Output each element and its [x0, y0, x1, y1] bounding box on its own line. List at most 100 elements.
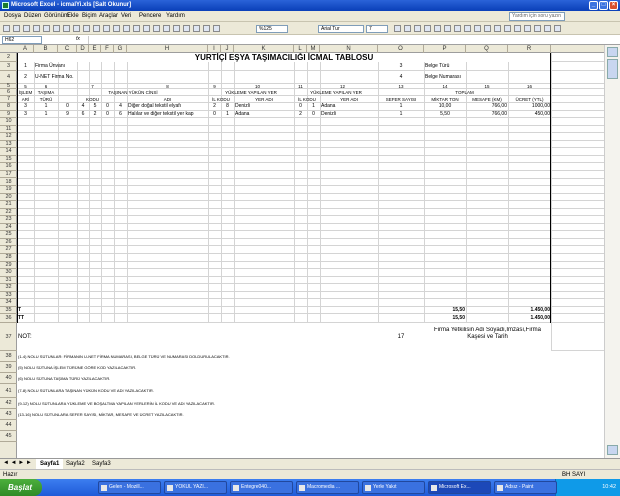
column-header[interactable]: N	[320, 45, 378, 53]
column-header[interactable]: R	[508, 45, 551, 53]
paste-icon[interactable]	[123, 25, 130, 32]
column-header[interactable]: I	[208, 45, 221, 53]
row-header[interactable]: 15	[0, 156, 17, 164]
menu-item[interactable]: Pencere	[139, 13, 161, 20]
copy-icon[interactable]	[113, 25, 120, 32]
row-header[interactable]: 45	[0, 431, 17, 443]
new-icon[interactable]	[3, 25, 10, 32]
merge-icon[interactable]	[454, 25, 461, 32]
tab-nav-icon[interactable]: ◄ ◄ ► ►	[3, 460, 32, 466]
row-header[interactable]: 3	[0, 62, 17, 71]
row-header[interactable]: 19	[0, 186, 17, 194]
row-header[interactable]: 42	[0, 398, 17, 410]
name-box[interactable]: H62	[2, 36, 42, 44]
taskbar-item[interactable]: Microsoft Ex...	[428, 481, 491, 494]
row-header[interactable]: 39	[0, 362, 17, 374]
row-header[interactable]: 10	[0, 118, 17, 126]
spelling-icon[interactable]	[83, 25, 90, 32]
outdent-icon[interactable]	[514, 25, 521, 32]
search-icon[interactable]	[53, 25, 60, 32]
row-header[interactable]: 13	[0, 141, 17, 149]
scroll-thumb[interactable]	[607, 59, 618, 79]
borders-icon[interactable]	[534, 25, 541, 32]
row-header[interactable]: 26	[0, 239, 17, 247]
email-icon[interactable]	[43, 25, 50, 32]
column-header[interactable]: P	[424, 45, 466, 53]
row-header[interactable]: 36	[0, 314, 17, 324]
minimize-button[interactable]: _	[589, 1, 598, 10]
row-header[interactable]: 37	[0, 323, 17, 352]
taskbar-item[interactable]: Entegre040...	[230, 481, 293, 494]
column-header[interactable]: B	[34, 45, 58, 53]
fill-color-icon[interactable]	[544, 25, 551, 32]
column-header[interactable]: Q	[466, 45, 508, 53]
drawing-icon[interactable]	[213, 25, 220, 32]
scroll-down-icon[interactable]	[607, 445, 618, 455]
indent-icon[interactable]	[524, 25, 531, 32]
dec-decimal-icon[interactable]	[504, 25, 511, 32]
font-color-icon[interactable]	[554, 25, 561, 32]
maximize-button[interactable]: □	[599, 1, 608, 10]
row-header[interactable]: 20	[0, 194, 17, 202]
row-header[interactable]: 43	[0, 409, 17, 421]
menu-item[interactable]: Araçlar	[99, 13, 118, 20]
menu-item[interactable]: Ekle	[67, 13, 79, 20]
sort-asc-icon[interactable]	[183, 25, 190, 32]
currency-icon[interactable]	[464, 25, 471, 32]
italic-icon[interactable]	[404, 25, 411, 32]
row-header[interactable]: 35	[0, 307, 17, 315]
thousands-icon[interactable]	[484, 25, 491, 32]
research-icon[interactable]	[93, 25, 100, 32]
sheet-tab[interactable]: Sayfa2	[62, 459, 89, 469]
column-header[interactable]: D	[77, 45, 89, 53]
underline-icon[interactable]	[414, 25, 421, 32]
menu-item[interactable]: Dosya	[4, 13, 21, 20]
row-header[interactable]: 14	[0, 148, 17, 156]
column-header[interactable]: G	[114, 45, 127, 53]
taskbar-item[interactable]: Macromedia ...	[296, 481, 359, 494]
preview-icon[interactable]	[73, 25, 80, 32]
row-header[interactable]: 41	[0, 384, 17, 399]
column-header[interactable]: F	[101, 45, 114, 53]
row-header[interactable]: 30	[0, 269, 17, 277]
row-header[interactable]: 25	[0, 231, 17, 239]
vertical-scrollbar[interactable]	[604, 45, 620, 458]
column-header[interactable]: K	[234, 45, 294, 53]
row-header[interactable]: 8	[0, 103, 17, 111]
row-header[interactable]: 12	[0, 133, 17, 141]
row-header[interactable]: 33	[0, 292, 17, 300]
row-header[interactable]: 44	[0, 420, 17, 432]
menu-item[interactable]: Yardım	[166, 13, 185, 20]
row-header[interactable]: 32	[0, 284, 17, 292]
permission-icon[interactable]	[33, 25, 40, 32]
menu-item[interactable]: Veri	[121, 13, 131, 20]
sort-desc-icon[interactable]	[193, 25, 200, 32]
percent-icon[interactable]	[474, 25, 481, 32]
open-icon[interactable]	[13, 25, 20, 32]
chart-icon[interactable]	[203, 25, 210, 32]
row-header[interactable]: 28	[0, 254, 17, 262]
close-button[interactable]: ×	[609, 1, 618, 10]
taskbar-item[interactable]: YOKUL YAZI...	[164, 481, 227, 494]
zoom-select[interactable]: %125	[256, 25, 288, 33]
menu-item[interactable]: Biçim	[82, 13, 97, 20]
row-header[interactable]: 11	[0, 126, 17, 134]
column-header[interactable]: M	[307, 45, 320, 53]
row-header[interactable]: 22	[0, 209, 17, 217]
row-header[interactable]: 27	[0, 246, 17, 254]
row-header[interactable]: 24	[0, 224, 17, 232]
row-header[interactable]: 31	[0, 277, 17, 285]
autosum-icon[interactable]	[173, 25, 180, 32]
row-header[interactable]: 29	[0, 262, 17, 270]
formula-input[interactable]	[88, 36, 618, 44]
row-header[interactable]: 40	[0, 373, 17, 385]
format-painter-icon[interactable]	[133, 25, 140, 32]
save-icon[interactable]	[23, 25, 30, 32]
row-header[interactable]: 21	[0, 201, 17, 209]
taskbar-item[interactable]: Yerle Yakıt	[362, 481, 425, 494]
sheet-tab[interactable]: Sayfa3	[88, 459, 115, 469]
menu-item[interactable]: Düzen	[24, 13, 41, 20]
scroll-up-icon[interactable]	[607, 47, 618, 57]
column-header[interactable]: L	[294, 45, 307, 53]
column-header[interactable]: H	[127, 45, 208, 53]
